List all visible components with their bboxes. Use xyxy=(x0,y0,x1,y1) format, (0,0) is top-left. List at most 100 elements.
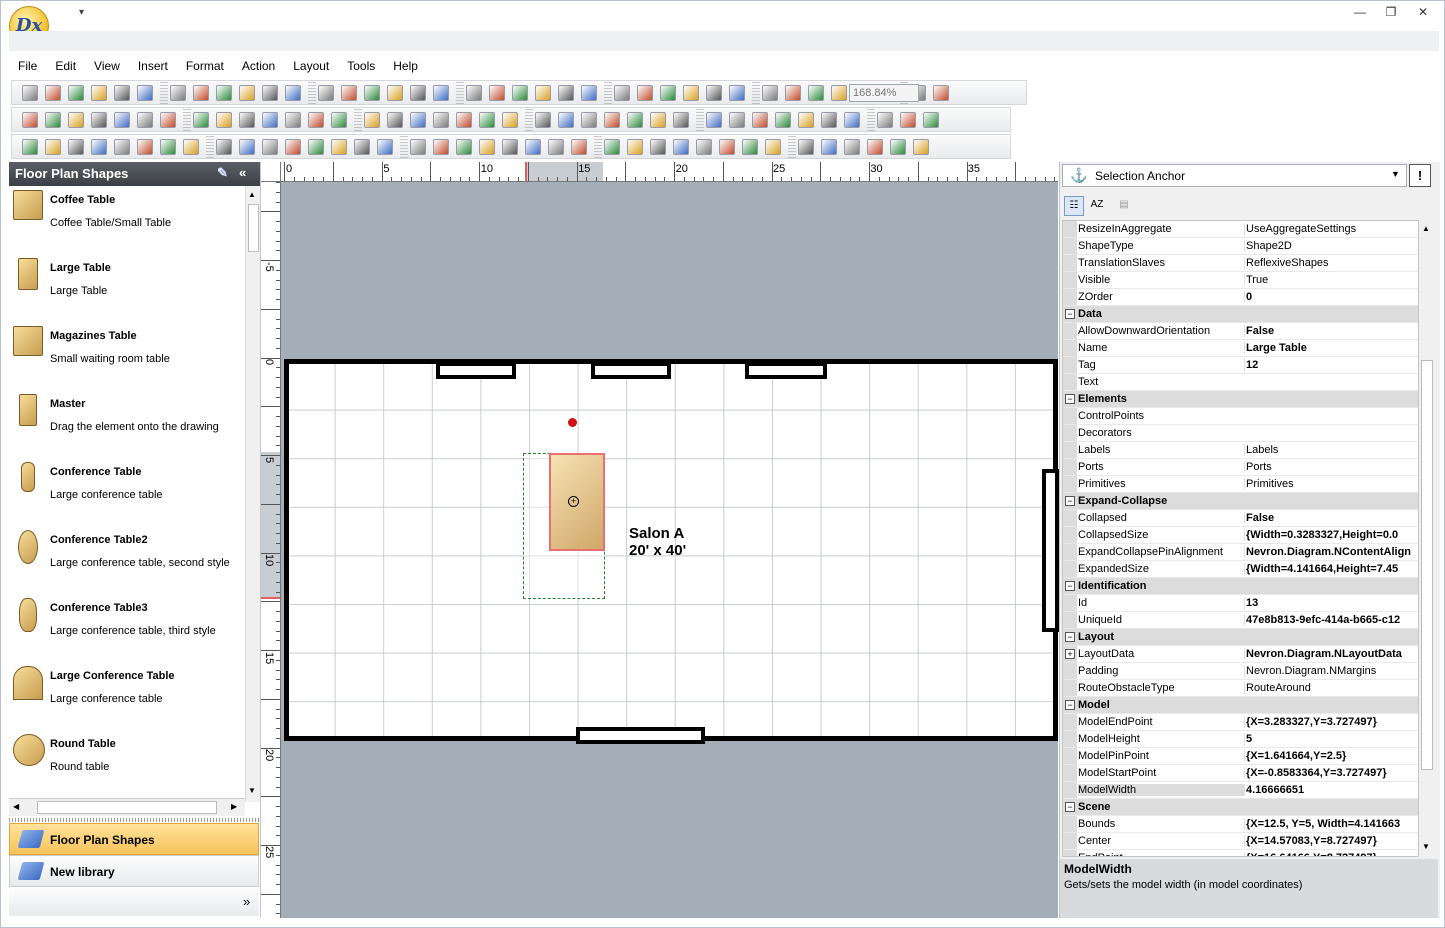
property-value[interactable]: {Width=4.141664,Height=7.45 xyxy=(1244,563,1418,575)
property-value[interactable]: Large Table xyxy=(1244,342,1418,354)
property-value[interactable]: Nevron.Diagram.NMargins xyxy=(1244,665,1418,677)
toolbar-button-icon[interactable] xyxy=(637,85,653,101)
toolbar-button-icon[interactable] xyxy=(785,85,801,101)
shape-list-hscrollbar[interactable]: ◀ ▶ xyxy=(9,798,245,816)
toolbar-button-icon[interactable] xyxy=(466,85,482,101)
scroll-left-icon[interactable]: ◀ xyxy=(13,802,19,811)
property-value[interactable]: Labels xyxy=(1244,444,1418,456)
alphabetical-sort-icon[interactable]: AZ xyxy=(1087,196,1107,216)
property-row[interactable]: Visible True xyxy=(1063,272,1418,289)
property-value[interactable]: 0 xyxy=(1244,291,1418,303)
toolbar-button-icon[interactable] xyxy=(775,112,791,128)
toolbar-button-icon[interactable] xyxy=(581,85,597,101)
toolbar-button-icon[interactable] xyxy=(808,85,824,101)
property-grid-scrollbar[interactable]: ▲ ▼ xyxy=(1419,220,1435,857)
property-row[interactable]: ModelEndPoint {X=3.283327,Y=3.727497} xyxy=(1063,714,1418,731)
toolbar-button-icon[interactable] xyxy=(890,139,906,155)
rotation-handle[interactable] xyxy=(568,418,577,427)
toolbar-button-icon[interactable] xyxy=(137,112,153,128)
property-value[interactable]: 47e8b813-9efc-414a-b665-c12 xyxy=(1244,614,1418,626)
menu-insert[interactable]: Insert xyxy=(129,55,177,77)
property-category[interactable]: − Scene xyxy=(1063,799,1418,816)
object-selector[interactable]: ⚓ Selection Anchor ▼ xyxy=(1062,164,1407,187)
toolbar-button-icon[interactable] xyxy=(45,139,61,155)
collapse-category-icon[interactable]: − xyxy=(1065,394,1075,404)
collapse-category-icon[interactable]: − xyxy=(1065,802,1075,812)
toolbar-button-icon[interactable] xyxy=(502,112,518,128)
property-row[interactable]: ShapeType Shape2D xyxy=(1063,238,1418,255)
property-category[interactable]: − Model xyxy=(1063,697,1418,714)
collapse-category-icon[interactable]: − xyxy=(1065,632,1075,642)
toolbar-button-icon[interactable] xyxy=(160,112,176,128)
property-row[interactable]: AllowDownwardOrientation False xyxy=(1063,323,1418,340)
property-row[interactable]: ModelWidth 4.16666651 xyxy=(1063,782,1418,799)
property-row[interactable]: Tag 12 xyxy=(1063,357,1418,374)
property-value[interactable]: Shape2D xyxy=(1244,240,1418,252)
toolbar-button-icon[interactable] xyxy=(729,112,745,128)
toolbar-button-icon[interactable] xyxy=(433,139,449,155)
property-row[interactable]: ResizeInAggregate UseAggregateSettings xyxy=(1063,221,1418,238)
property-row[interactable]: ModelHeight 5 xyxy=(1063,731,1418,748)
property-value[interactable]: {Width=0.3283327,Height=0.0 xyxy=(1244,529,1418,541)
property-row[interactable]: ExpandedSize {Width=4.141664,Height=7.45 xyxy=(1063,561,1418,578)
toolbar-button-icon[interactable] xyxy=(525,139,541,155)
toolbar-button-icon[interactable] xyxy=(558,85,574,101)
property-value[interactable]: 12 xyxy=(1244,359,1418,371)
scroll-up-icon[interactable]: ▲ xyxy=(1422,224,1430,233)
toolbar-button-icon[interactable] xyxy=(45,112,61,128)
menu-layout[interactable]: Layout xyxy=(284,55,338,77)
library-shape-item[interactable]: Master Drag the element onto the drawing xyxy=(9,390,245,458)
property-value[interactable]: {X=16.64166,Y=8.727497} xyxy=(1244,852,1418,856)
toolbar-button-icon[interactable] xyxy=(913,139,929,155)
scroll-down-icon[interactable]: ▼ xyxy=(1422,842,1430,851)
toolbar-button-icon[interactable] xyxy=(660,85,676,101)
toolbar-button-icon[interactable] xyxy=(706,85,722,101)
property-value[interactable]: 13 xyxy=(1244,597,1418,609)
toolbar-button-icon[interactable] xyxy=(308,112,324,128)
toolbar-button-icon[interactable] xyxy=(867,139,883,155)
property-value[interactable]: {X=12.5, Y=5, Width=4.141663 xyxy=(1244,818,1418,830)
property-category[interactable]: − Data xyxy=(1063,306,1418,323)
toolbar-button-icon[interactable] xyxy=(262,85,278,101)
property-row[interactable]: ControlPoints xyxy=(1063,408,1418,425)
scroll-right-icon[interactable]: ▶ xyxy=(231,802,237,811)
toolbar-button-icon[interactable] xyxy=(193,112,209,128)
chevron-down-icon[interactable]: ▼ xyxy=(1391,169,1400,179)
toolbar-button-icon[interactable] xyxy=(571,139,587,155)
toolbar-button-icon[interactable] xyxy=(923,112,939,128)
property-row[interactable]: TranslationSlaves ReflexiveShapes xyxy=(1063,255,1418,272)
categorized-view-icon[interactable]: ☷ xyxy=(1064,196,1084,216)
toolbar-button-icon[interactable] xyxy=(216,139,232,155)
collapse-category-icon[interactable]: − xyxy=(1065,700,1075,710)
toolbar-button-icon[interactable] xyxy=(137,85,153,101)
toolbar-button-icon[interactable] xyxy=(68,112,84,128)
property-row[interactable]: Padding Nevron.Diagram.NMargins xyxy=(1063,663,1418,680)
toolbar-button-icon[interactable] xyxy=(331,112,347,128)
toolbar-button-icon[interactable] xyxy=(479,139,495,155)
library-shape-item[interactable]: Round Table Round table xyxy=(9,730,245,798)
property-value[interactable]: False xyxy=(1244,512,1418,524)
library-tab-floor-plan[interactable]: Floor Plan Shapes xyxy=(9,823,259,855)
property-row[interactable]: Ports Ports xyxy=(1063,459,1418,476)
toolbar-button-icon[interactable] xyxy=(377,139,393,155)
pin-point-icon[interactable]: + xyxy=(568,496,579,507)
property-value[interactable]: RouteAround xyxy=(1244,682,1418,694)
toolbar-button-icon[interactable] xyxy=(22,139,38,155)
property-value[interactable]: {X=3.283327,Y=3.727497} xyxy=(1244,716,1418,728)
toolbar-button-icon[interactable] xyxy=(548,139,564,155)
toolbar-button-icon[interactable] xyxy=(364,112,380,128)
toolbar-button-icon[interactable] xyxy=(387,112,403,128)
toolbar-button-icon[interactable] xyxy=(114,112,130,128)
splitter-grip[interactable] xyxy=(9,818,259,822)
toolbar-button-icon[interactable] xyxy=(216,85,232,101)
toolbar-button-icon[interactable] xyxy=(821,139,837,155)
toolbar-button-icon[interactable] xyxy=(410,85,426,101)
toolbar-button-icon[interactable] xyxy=(762,85,778,101)
toolbar-button-icon[interactable] xyxy=(456,139,472,155)
toolbar-button-icon[interactable] xyxy=(364,85,380,101)
property-row[interactable]: Labels Labels xyxy=(1063,442,1418,459)
menu-file[interactable]: File xyxy=(9,55,46,77)
property-row[interactable]: Text xyxy=(1063,374,1418,391)
library-shape-item[interactable]: Magazines Table Small waiting room table xyxy=(9,322,245,390)
toolbar-button-icon[interactable] xyxy=(752,112,768,128)
